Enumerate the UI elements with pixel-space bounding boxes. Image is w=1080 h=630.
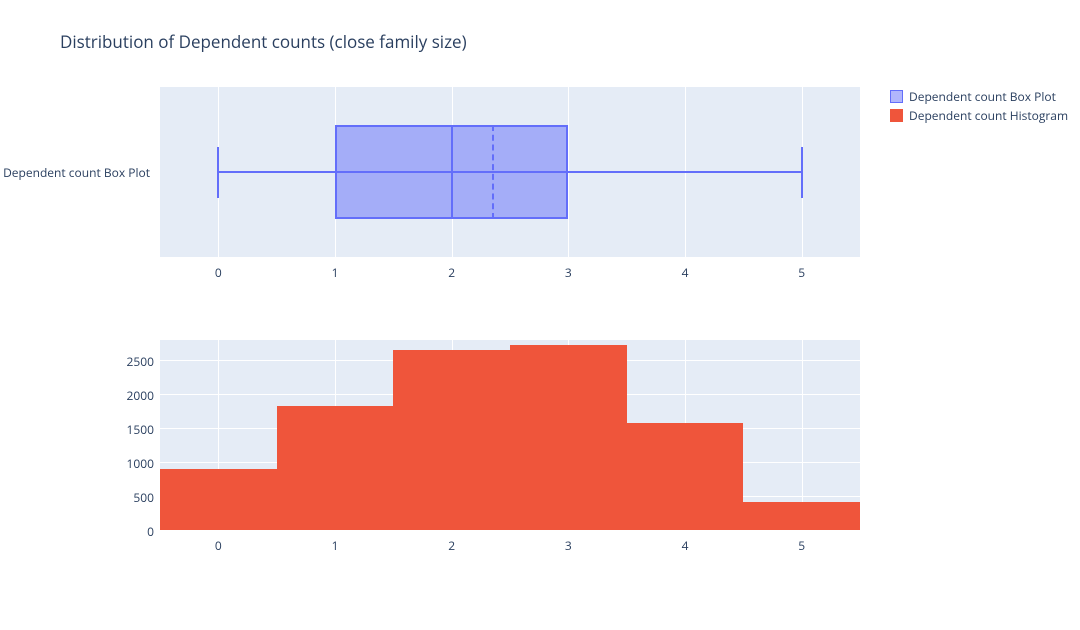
y-tick-label: 0 <box>118 523 154 540</box>
x-tick-label: 4 <box>675 264 695 281</box>
x-tick-label: 5 <box>792 264 812 281</box>
x-tick-label: 5 <box>792 537 812 554</box>
x-tick-label: 1 <box>325 264 345 281</box>
histogram-bar <box>510 345 627 530</box>
chart-title: Distribution of Dependent counts (close … <box>60 30 467 53</box>
legend-label: Dependent count Box Plot <box>909 88 1056 105</box>
legend-swatch-box <box>890 90 903 103</box>
legend: Dependent count Box Plot Dependent count… <box>890 88 1068 126</box>
x-tick-label: 3 <box>558 264 578 281</box>
legend-item-hist[interactable]: Dependent count Histogram <box>890 107 1068 124</box>
legend-item-box[interactable]: Dependent count Box Plot <box>890 88 1068 105</box>
box-mean <box>492 125 494 219</box>
x-tick-label: 4 <box>675 537 695 554</box>
histogram-bar <box>393 350 510 530</box>
x-tick-label: 3 <box>558 537 578 554</box>
legend-swatch-hist <box>890 109 903 122</box>
x-tick-label: 2 <box>442 537 462 554</box>
box-plot-area[interactable] <box>160 87 860 257</box>
x-tick-label: 1 <box>325 537 345 554</box>
histogram-bar <box>743 502 860 531</box>
histogram-plot-area[interactable] <box>160 340 860 530</box>
histogram-bar <box>627 423 744 530</box>
y-tick-label: 500 <box>118 489 154 506</box>
y-tick-label: 2500 <box>118 353 154 370</box>
histogram-bar <box>277 406 394 530</box>
box-y-category-label: Dependent count Box Plot <box>2 164 150 181</box>
x-tick-label: 0 <box>208 264 228 281</box>
x-tick-label: 2 <box>442 264 462 281</box>
whisker-cap-max <box>801 147 803 198</box>
box-median <box>451 125 453 219</box>
y-tick-label: 1000 <box>118 455 154 472</box>
y-tick-label: 2000 <box>118 387 154 404</box>
gridline <box>160 530 860 531</box>
y-tick-label: 1500 <box>118 421 154 438</box>
histogram-bar <box>160 469 277 530</box>
whisker-cap-min <box>217 147 219 198</box>
legend-label: Dependent count Histogram <box>909 107 1068 124</box>
x-tick-label: 0 <box>208 537 228 554</box>
